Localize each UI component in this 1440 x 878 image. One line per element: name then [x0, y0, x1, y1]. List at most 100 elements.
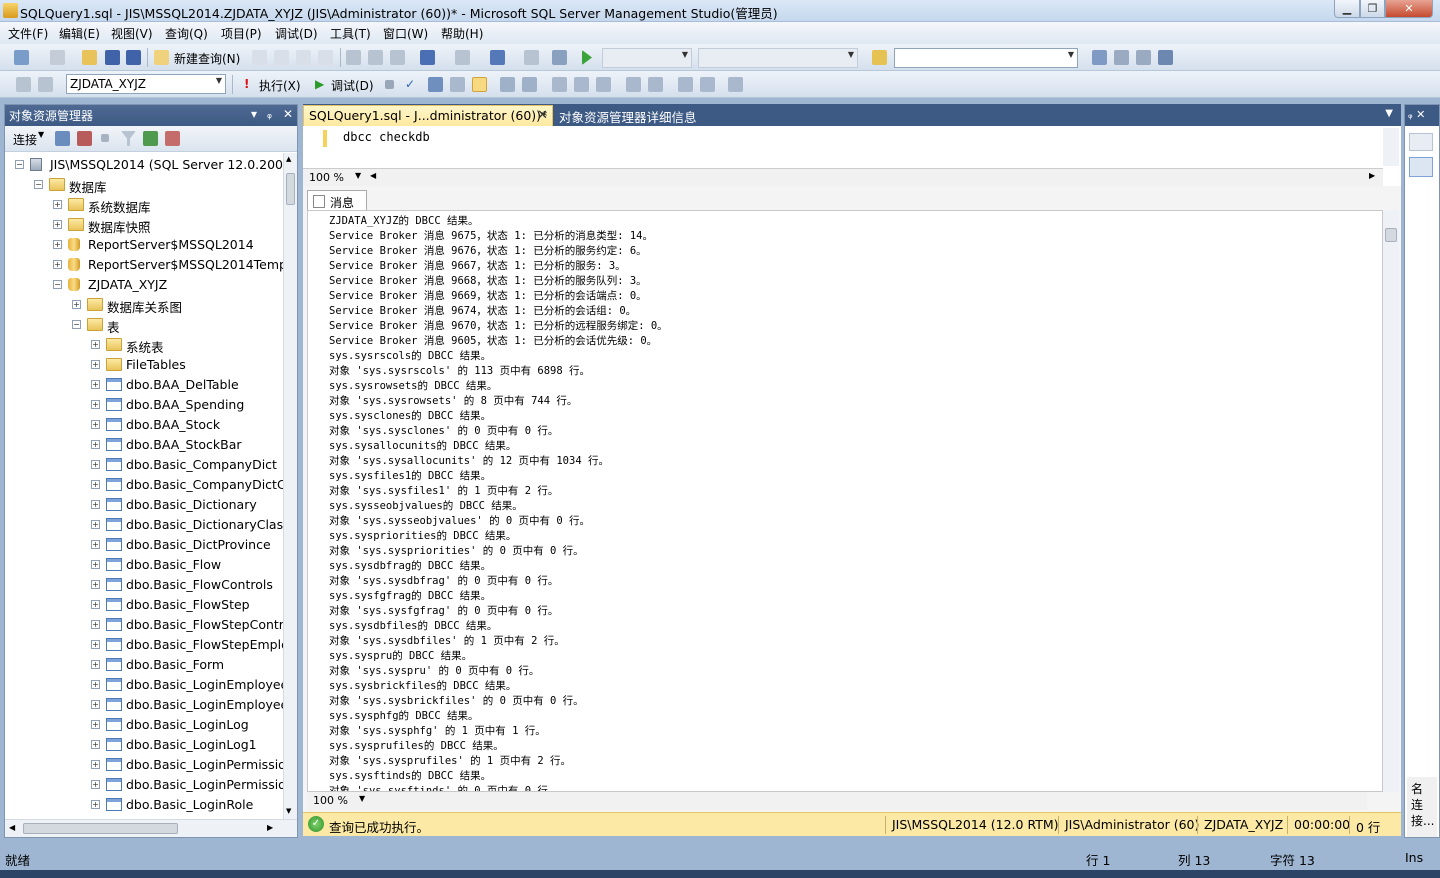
tree-vertical-scrollbar[interactable]: ▲ ▼ [283, 153, 297, 819]
menu-project[interactable]: 项目(P) [221, 25, 262, 42]
tree-node[interactable]: + dbo.Basic_CompanyDictC [5, 475, 283, 495]
editor-scroll-right-icon[interactable]: ▶ [1369, 171, 1375, 180]
expand-icon[interactable]: + [91, 480, 100, 489]
results-zoom-dropdown-icon[interactable]: ▼ [359, 794, 365, 803]
specify-values-icon[interactable] [700, 77, 715, 92]
tree-scroll-thumb[interactable] [286, 173, 295, 205]
toolbox-icon[interactable] [1136, 50, 1151, 65]
expand-icon[interactable]: + [91, 580, 100, 589]
tree-node[interactable]: + dbo.Basic_Form [5, 655, 283, 675]
sql-editor[interactable]: dbcc checkdb 100 % ▼ ◀ ▶ [303, 126, 1401, 186]
results-to-text-icon[interactable] [552, 77, 567, 92]
dmx-query-icon[interactable] [296, 50, 311, 65]
client-statistics-icon[interactable] [522, 77, 537, 92]
paste-icon[interactable] [390, 50, 405, 65]
minimize-button[interactable]: ▁ [1334, 0, 1360, 18]
tree-horizontal-scrollbar[interactable]: ◀ ▶ [5, 819, 297, 837]
tab-close-icon[interactable]: ✕ [537, 108, 548, 123]
expand-icon[interactable]: + [91, 520, 100, 529]
window-layout-icon[interactable] [1158, 50, 1173, 65]
screenshot-icon[interactable] [552, 50, 567, 65]
tree-node[interactable]: + dbo.Basic_CompanyDict [5, 455, 283, 475]
results-zoom-level[interactable]: 100 % [313, 794, 348, 807]
properties-sort-button[interactable] [1409, 157, 1433, 177]
tree-node[interactable]: − 表 [5, 315, 283, 335]
new-query-icon[interactable] [154, 50, 169, 65]
expand-icon[interactable]: + [91, 500, 100, 509]
editor-vertical-scrollbar[interactable] [1383, 128, 1399, 166]
display-plan-icon[interactable] [428, 77, 443, 92]
increase-indent-icon[interactable] [678, 77, 693, 92]
include-plan-icon[interactable] [500, 77, 515, 92]
tree-node[interactable]: + dbo.Basic_Dictionary [5, 495, 283, 515]
expand-icon[interactable]: + [72, 300, 81, 309]
expand-icon[interactable]: + [53, 240, 62, 249]
tree-node[interactable]: + dbo.Basic_LoginLog [5, 715, 283, 735]
expand-icon[interactable]: + [91, 420, 100, 429]
properties-toolbar-button[interactable] [1409, 133, 1433, 151]
editor-zoom-level[interactable]: 100 % [309, 171, 344, 184]
db-engine-query-icon[interactable] [252, 50, 267, 65]
expand-icon[interactable]: + [53, 260, 62, 269]
find-combo[interactable]: ▼ [894, 48, 1078, 68]
tree-node[interactable]: + ReportServer$MSSQL2014Templ [5, 255, 283, 275]
solution-config-combo[interactable]: ▼ [602, 48, 692, 68]
expand-icon[interactable]: + [53, 200, 62, 209]
uncomment-icon[interactable] [626, 77, 641, 92]
tree-node[interactable]: + dbo.Basic_Flow [5, 555, 283, 575]
collapse-icon[interactable]: − [15, 160, 24, 169]
new-query-button[interactable]: 新建查询(N) [174, 50, 240, 67]
expand-icon[interactable]: + [91, 360, 100, 369]
messages-output[interactable]: ZJDATA_XYJZ的 DBCC 结果。 Service Broker 消息 9… [307, 210, 1383, 792]
execute-button[interactable]: 执行(X) [259, 77, 301, 94]
start-icon[interactable] [582, 50, 592, 65]
expand-icon[interactable]: + [91, 560, 100, 569]
connect-dropdown-icon[interactable]: ▼ [38, 130, 44, 139]
analysis-query-icon[interactable] [274, 50, 289, 65]
results-vertical-scrollbar[interactable] [1383, 210, 1399, 792]
tree-node[interactable]: + 系统数据库 [5, 195, 283, 215]
tree-node[interactable]: + dbo.BAA_DelTable [5, 375, 283, 395]
parse-icon[interactable]: ✓ [405, 77, 415, 91]
results-scroll-thumb[interactable] [1385, 228, 1397, 242]
tree-node[interactable]: + dbo.Basic_DictProvince [5, 535, 283, 555]
tree-node[interactable]: − JIS\MSSQL2014 (SQL Server 12.0.2000 [5, 155, 283, 175]
collapse-icon[interactable]: − [72, 320, 81, 329]
pin-icon[interactable]: ᵩ [267, 107, 272, 121]
tree-node[interactable]: + 数据库关系图 [5, 295, 283, 315]
tree-node[interactable]: + dbo.BAA_Spending [5, 395, 283, 415]
expand-icon[interactable]: + [91, 400, 100, 409]
navigate-icon[interactable] [490, 50, 505, 65]
add-item-icon[interactable] [50, 50, 65, 65]
disconnect-icon[interactable] [77, 131, 92, 146]
results-to-file-icon[interactable] [574, 77, 589, 92]
expand-icon[interactable]: + [91, 660, 100, 669]
expand-icon[interactable]: + [91, 380, 100, 389]
intellisense-icon[interactable] [728, 77, 743, 92]
new-project-icon[interactable] [14, 50, 29, 65]
menu-tools[interactable]: 工具(T) [330, 25, 371, 42]
query-designer-icon[interactable] [450, 77, 465, 92]
redo-icon[interactable] [455, 50, 470, 65]
expand-icon[interactable]: + [91, 760, 100, 769]
expand-icon[interactable]: + [91, 600, 100, 609]
collapse-icon[interactable]: − [34, 180, 43, 189]
expand-icon[interactable]: + [91, 680, 100, 689]
maximize-button[interactable]: ❐ [1360, 0, 1385, 18]
expand-icon[interactable]: + [91, 620, 100, 629]
save-icon[interactable] [105, 50, 120, 65]
decrease-indent-icon[interactable] [648, 77, 663, 92]
tree-node[interactable]: + dbo.Basic_LoginLog1 [5, 735, 283, 755]
tree-node[interactable]: + dbo.Basic_LoginEmployee [5, 695, 283, 715]
tree-node[interactable]: + dbo.Basic_LoginEmployee [5, 675, 283, 695]
expand-icon[interactable]: + [91, 640, 100, 649]
editor-zoom-dropdown-icon[interactable]: ▼ [355, 171, 361, 180]
tree-node[interactable]: + FileTables [5, 355, 283, 375]
editor-scroll-left-icon[interactable]: ◀ [370, 171, 376, 180]
menu-edit[interactable]: 编辑(E) [59, 25, 100, 42]
copy-icon[interactable] [368, 50, 383, 65]
available-databases-combo[interactable]: ZJDATA_XYJZ ▼ [66, 74, 226, 94]
tree-node[interactable]: + dbo.BAA_StockBar [5, 435, 283, 455]
expand-icon[interactable]: + [91, 540, 100, 549]
tree-node[interactable]: + dbo.Basic_FlowControls [5, 575, 283, 595]
